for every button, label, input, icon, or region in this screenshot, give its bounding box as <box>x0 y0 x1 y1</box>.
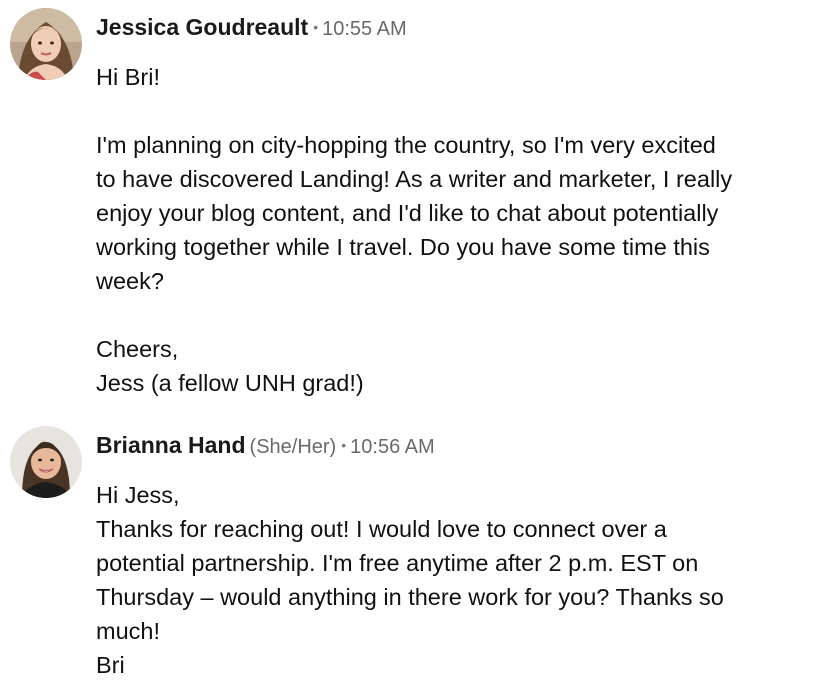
message-line: to have discovered Landing! As a writer … <box>96 166 733 192</box>
message-line: Hi Jess, <box>96 482 180 508</box>
sender-avatar[interactable] <box>10 8 82 80</box>
message-line: week? <box>96 268 164 294</box>
message-line: Bri <box>96 652 125 678</box>
message-line: potential partnership. I'm free anytime … <box>96 550 699 576</box>
message-line: Thursday – would anything in there work … <box>96 584 724 610</box>
message-line-blank <box>96 298 816 332</box>
sender-name[interactable]: Jessica Goudreault <box>96 14 308 40</box>
message-header: Brianna Hand (She/Her) • 10:56 AM <box>96 430 435 464</box>
sender-avatar[interactable] <box>10 426 82 498</box>
message-line: Thanks for reaching out! I would love to… <box>96 516 667 542</box>
separator-dot: • <box>341 437 347 453</box>
message-header: Jessica Goudreault • 10:55 AM <box>96 12 407 46</box>
message-line: Cheers, <box>96 336 179 362</box>
message-line: working together while I travel. Do you … <box>96 234 710 260</box>
message-thread: Jessica Goudreault • 10:55 AM Hi Bri! I'm … <box>0 0 830 696</box>
message-line: Hi Bri! <box>96 64 160 90</box>
message-time: 10:56 AM <box>350 436 435 458</box>
message-body: Hi Jess, Thanks for reaching out! I woul… <box>96 478 816 682</box>
message-line: enjoy your blog content, and I'd like to… <box>96 200 719 226</box>
sender-pronouns: (She/Her) <box>249 436 337 458</box>
message-body: Hi Bri! I'm planning on city-hopping the… <box>96 60 816 400</box>
message-time: 10:55 AM <box>322 18 407 40</box>
sender-name[interactable]: Brianna Hand <box>96 432 246 458</box>
profile-photo-icon <box>10 8 82 80</box>
message-line: Jess (a fellow UNH grad!) <box>96 370 364 396</box>
message-line: much! <box>96 618 160 644</box>
message-line: I'm planning on city-hopping the country… <box>96 132 716 158</box>
profile-photo-icon <box>10 426 82 498</box>
message-line-blank <box>96 94 816 128</box>
separator-dot: • <box>313 19 319 35</box>
